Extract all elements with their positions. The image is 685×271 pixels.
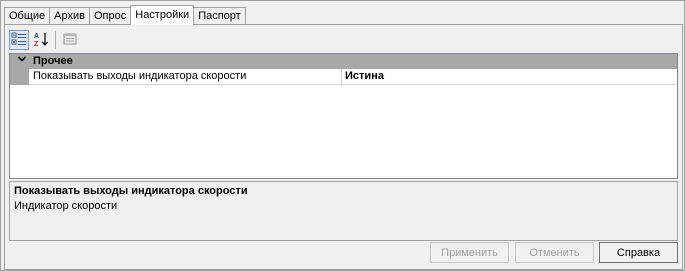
tab-settings[interactable]: Настройки bbox=[130, 5, 195, 25]
property-pages-icon bbox=[62, 31, 78, 50]
toolbar-separator bbox=[55, 31, 56, 49]
categorized-button[interactable] bbox=[9, 30, 29, 50]
description-text: Индикатор скорости bbox=[14, 200, 118, 212]
apply-button[interactable]: Применить bbox=[430, 242, 509, 263]
cancel-button[interactable]: Отменить bbox=[515, 242, 594, 263]
tab-general[interactable]: Общие bbox=[4, 7, 51, 24]
settings-panel: A Z Прочее Показывать выходы индикатора … bbox=[4, 24, 683, 270]
tab-passport[interactable]: Паспорт bbox=[193, 7, 246, 24]
tab-polling[interactable]: Опрос bbox=[89, 7, 132, 24]
alphabetical-button[interactable]: A Z bbox=[31, 30, 51, 50]
svg-text:Z: Z bbox=[34, 41, 39, 47]
column-divider[interactable] bbox=[341, 69, 342, 84]
property-pages-button[interactable] bbox=[60, 30, 80, 50]
property-row[interactable]: Показывать выходы индикатора скорости Ис… bbox=[10, 69, 677, 85]
category-label: Прочее bbox=[33, 55, 73, 67]
property-grid-toolbar: A Z bbox=[9, 29, 676, 51]
categorized-view-icon bbox=[11, 31, 27, 50]
description-title: Показывать выходы индикатора скорости bbox=[14, 185, 248, 197]
chevron-down-icon[interactable] bbox=[16, 54, 28, 69]
description-pane: Показывать выходы индикатора скорости Ин… bbox=[9, 181, 678, 241]
property-row-margin bbox=[10, 69, 29, 85]
properties-window: Общие Архив Опрос Настройки Паспорт A Z … bbox=[0, 0, 685, 271]
tab-strip: Общие Архив Опрос Настройки Паспорт bbox=[4, 4, 246, 25]
property-grid[interactable]: Прочее Показывать выходы индикатора скор… bbox=[9, 53, 678, 179]
category-row-other[interactable]: Прочее bbox=[10, 54, 677, 69]
property-value[interactable]: Истина bbox=[345, 69, 384, 84]
tab-archive[interactable]: Архив bbox=[49, 7, 90, 24]
help-button[interactable]: Справка bbox=[599, 242, 678, 263]
property-name[interactable]: Показывать выходы индикатора скорости bbox=[33, 69, 246, 84]
alphabetical-sort-icon: A Z bbox=[33, 31, 49, 50]
svg-text:A: A bbox=[34, 33, 39, 40]
